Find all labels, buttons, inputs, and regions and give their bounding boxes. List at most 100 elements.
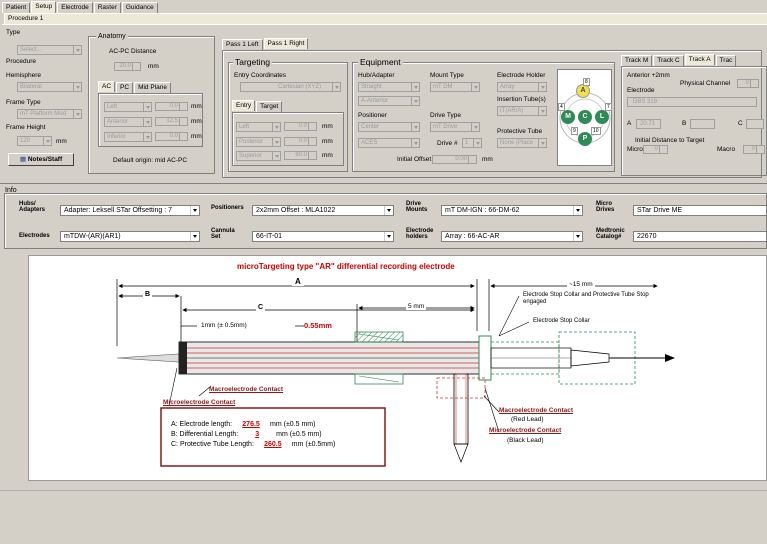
port-anterior[interactable]: A <box>576 84 590 98</box>
tab-target[interactable]: Target <box>256 101 283 112</box>
cannula-select[interactable]: 66-IT-01 <box>252 231 394 242</box>
anatomy-dir-1[interactable]: Left <box>104 102 152 112</box>
channel-input[interactable]: 0 <box>737 79 759 88</box>
hubs-select[interactable]: Adapter: Leksell STar Offsetting : 7 <box>60 205 200 216</box>
port-lateral[interactable]: L <box>595 110 609 124</box>
tab-track-a[interactable]: Track A <box>684 54 715 65</box>
target-val-2[interactable]: 0.0 <box>284 137 317 146</box>
drive-mounts-label: Drive Mounts <box>406 201 428 213</box>
divider <box>0 183 767 184</box>
a-label: A <box>627 120 632 127</box>
type-select[interactable]: Select... <box>17 45 82 55</box>
bottom-area <box>0 490 767 544</box>
offset-label: Initial Offset <box>397 156 432 163</box>
hubs-label: Hubs/ Adapters <box>19 201 46 213</box>
targeting-tabs: Entry Target <box>232 100 283 112</box>
tab-track-more[interactable]: Trac <box>715 55 737 66</box>
positioners-select[interactable]: 2x2mm Offset : MLA1022 <box>252 205 394 216</box>
macro-contact-label: Macroelectrode Contact <box>209 386 284 393</box>
target-val-3[interactable]: 60.0 <box>284 151 317 160</box>
tab-procedure-1[interactable]: Procedure 1 <box>4 13 767 24</box>
insertion-select[interactable]: IT(AR/A) <box>497 106 547 116</box>
holders-label: Electrode holders <box>406 228 434 240</box>
tab-track-c[interactable]: Track C <box>653 55 684 66</box>
hemisphere-select[interactable]: Bilateral <box>17 82 82 92</box>
a-value[interactable]: 20.71 <box>636 119 661 129</box>
spec-a: A: Electrode length: 276.5 mm (±0.5 mm) <box>171 421 316 428</box>
tab-pc[interactable]: PC <box>116 82 134 93</box>
tab-patient[interactable]: Patient <box>2 2 31 13</box>
positioner-select-2[interactable]: ACES <box>358 138 420 148</box>
electrode-diagram: microTargeting type "AR" differential re… <box>28 255 767 481</box>
tab-electrode[interactable]: Electrode <box>57 2 93 13</box>
catalog-field[interactable]: 22670 <box>633 231 767 242</box>
tab-setup[interactable]: Setup <box>31 1 57 13</box>
micro-drives-field[interactable]: STar Drive ME <box>633 205 767 216</box>
drive-type-label: Drive Type <box>430 112 461 119</box>
main-tabs: Patient Setup Electrode Raster Guidance <box>2 1 159 13</box>
entry-coords-select[interactable]: Cartesian (XYZ) <box>240 82 341 92</box>
tab-track-m[interactable]: Track M <box>621 55 653 66</box>
tab-ac[interactable]: AC <box>98 81 116 92</box>
b-value[interactable] <box>690 119 715 129</box>
frame-type-select[interactable]: mT Platform Mod <box>17 109 82 119</box>
hub-select-2[interactable]: A-Anterior <box>358 96 420 106</box>
drive-num-select[interactable]: 1 <box>462 138 482 148</box>
tab-mid-plane[interactable]: Mid Plane <box>134 82 171 93</box>
prot-tube-label: Protective Tube <box>497 128 543 135</box>
target-dir-3[interactable]: Superior <box>236 151 281 161</box>
c-label: C <box>738 120 743 127</box>
frame-height-select[interactable]: 120 <box>17 136 52 146</box>
holder-select[interactable]: Array <box>497 82 547 92</box>
track-tabs: Track M Track C Track A Trac <box>621 54 737 66</box>
target-dir-2[interactable]: Posterior <box>236 137 281 147</box>
holders-select[interactable]: Array : 66-AC-AR <box>441 231 583 242</box>
track-electrode-select[interactable]: DBS 319 <box>627 97 757 107</box>
cannula-label: Cannula Set <box>211 228 235 240</box>
anatomy-tabs: AC PC Mid Plane <box>98 81 172 93</box>
tab-raster[interactable]: Raster <box>93 2 121 13</box>
procedure-label: Procedure <box>6 58 36 65</box>
drive-type-select[interactable]: mT Drive <box>430 122 480 132</box>
anatomy-val-3[interactable]: 0.0 <box>155 132 188 141</box>
positioner-select[interactable]: Center <box>358 122 420 132</box>
prot-tube-select[interactable]: None (Place <box>497 138 547 148</box>
electrodes-select[interactable]: mTDW-(AR)(AR1) <box>60 231 200 242</box>
target-val-1[interactable]: 0.0 <box>284 122 317 131</box>
dim-b: B <box>143 291 153 298</box>
tab-guidance[interactable]: Guidance <box>121 2 158 13</box>
target-unit-2: mm <box>322 138 333 145</box>
anatomy-val-2[interactable]: 12.5 <box>155 117 188 126</box>
dim-1mm: 1mm (± 0.5mm) <box>201 322 247 329</box>
tab-pass-1-left[interactable]: Pass 1 Left <box>222 39 263 50</box>
port-center[interactable]: C <box>578 110 592 124</box>
array-selector: A M C L P 8 7 10 9 4 <box>557 69 612 166</box>
macro-input[interactable]: 0 <box>743 145 765 154</box>
target-dir-1[interactable]: Left <box>236 122 281 132</box>
port-num-9: 9 <box>571 127 578 135</box>
b-label: B <box>682 120 687 127</box>
tab-pass-1-right[interactable]: Pass 1 Right <box>263 38 309 49</box>
tab-entry[interactable]: Entry <box>232 100 256 111</box>
anatomy-val-1[interactable]: 0.0 <box>155 102 188 111</box>
notes-staff-button[interactable]: ▦ Notes/Staff <box>8 153 74 166</box>
hub-label: Hub/Adapter <box>358 72 395 79</box>
spec-c: C: Protective Tube Length: 260.5 mm (±0.… <box>171 441 336 448</box>
c-value[interactable] <box>746 119 764 129</box>
acpc-input[interactable]: 20.0 <box>114 62 141 71</box>
macro-contact-label-2: Macroelectrode Contact <box>499 407 574 414</box>
anatomy-unit-1: mm <box>191 103 202 110</box>
port-medial[interactable]: M <box>561 110 575 124</box>
diagram-title: microTargeting type "AR" differential re… <box>237 262 455 271</box>
anatomy-dir-3[interactable]: Inferior <box>104 132 152 142</box>
offset-input[interactable]: 0.00 <box>432 155 477 164</box>
port-num-4: 4 <box>558 103 565 111</box>
anatomy-dir-2[interactable]: Anterior <box>104 117 152 127</box>
port-posterior[interactable]: P <box>578 132 592 146</box>
micro-input[interactable]: 0 <box>643 145 668 154</box>
mount-select[interactable]: mT DM <box>430 82 480 92</box>
hub-select[interactable]: Straight <box>358 82 420 92</box>
dim-c: C <box>256 304 266 311</box>
drive-mounts-select[interactable]: mT DM-IGN : 66-DM-62 <box>441 205 583 216</box>
notes-icon: ▦ <box>19 156 27 163</box>
